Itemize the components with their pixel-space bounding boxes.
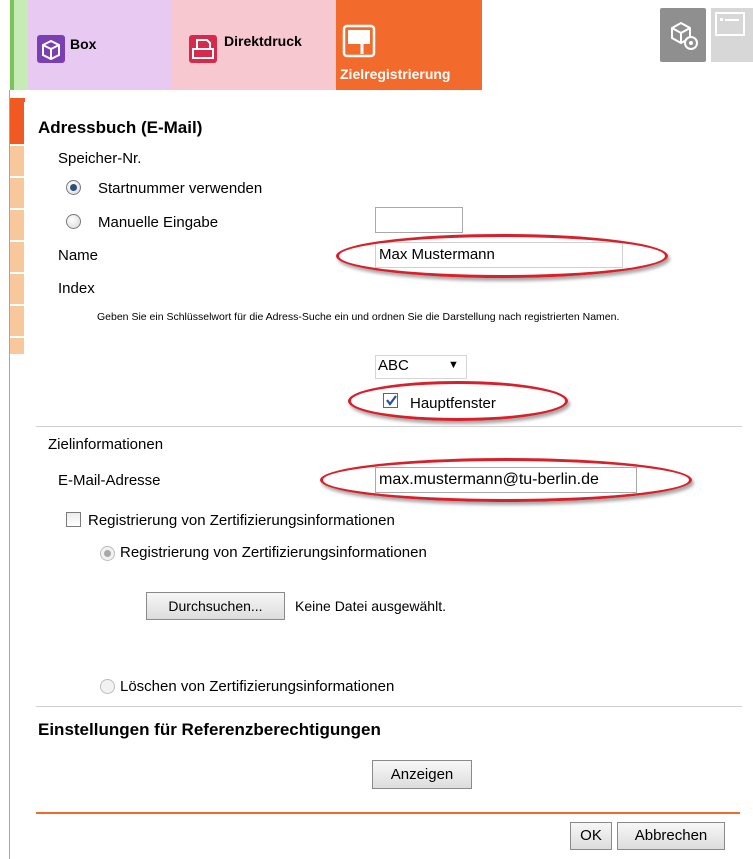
chevron-down-icon: ▼ (448, 359, 459, 371)
rail-marker[interactable] (10, 274, 24, 304)
radio-cert-register-label: Registrierung von Zertifizierungsinforma… (120, 544, 427, 561)
radio-manuell[interactable] (66, 214, 81, 229)
email-label: E-Mail-Adresse (58, 472, 161, 489)
green-tab-edge (10, 0, 28, 90)
rail-top-accent (10, 98, 25, 102)
zielinformationen-title: Zielinformationen (48, 436, 164, 453)
checkmark-icon (386, 395, 397, 406)
address-book-icon (342, 24, 376, 58)
top-tab-bar: Box Direktdruck Zielregistrierung (0, 0, 753, 90)
radio-cert-register[interactable] (100, 546, 115, 561)
print-icon (189, 35, 217, 63)
index-select-value: ABC (378, 357, 409, 374)
index-hint: Geben Sie ein Schlüsselwort für die Adre… (97, 311, 620, 323)
name-label: Name (58, 247, 99, 264)
radio-cert-delete-label: Löschen von Zertifizierungsinformationen (120, 678, 395, 695)
rail-marker[interactable] (10, 242, 24, 272)
tab-box-label: Box (70, 36, 97, 52)
settings-button[interactable] (660, 8, 706, 62)
divider (36, 426, 742, 427)
tab-zielregistrierung[interactable]: Zielregistrierung (336, 0, 482, 90)
tab-direktdruck[interactable]: Direktdruck (172, 0, 336, 90)
tab-direktdruck-label: Direktdruck (224, 33, 302, 49)
browse-button[interactable]: Durchsuchen... (146, 592, 285, 620)
radio-startnummer[interactable] (66, 180, 81, 195)
no-file-text: Keine Datei ausgewählt. (295, 598, 446, 614)
index-select[interactable]: ABC ▼ (375, 355, 467, 379)
radio-startnummer-label: Startnummer verwenden (98, 180, 263, 197)
box-settings-icon (671, 21, 698, 50)
rail-marker-active[interactable] (10, 102, 24, 144)
list-icon (715, 12, 745, 36)
footer-accent-line (36, 812, 740, 814)
box-icon (37, 35, 65, 63)
tab-zielregistrierung-label: Zielregistrierung (340, 66, 451, 82)
speicher-label: Speicher-Nr. (58, 150, 142, 167)
hauptfenster-label: Hauptfenster (410, 395, 496, 412)
page-title: Adressbuch (E-Mail) (38, 118, 203, 137)
cancel-button[interactable]: Abbrechen (617, 822, 725, 850)
cert-registration-checkbox[interactable] (66, 512, 81, 527)
show-button[interactable]: Anzeigen (372, 760, 472, 789)
rail-marker[interactable] (10, 306, 24, 336)
radio-manuell-label: Manuelle Eingabe (98, 214, 219, 231)
rail-marker[interactable] (10, 146, 24, 176)
name-input[interactable]: Max Mustermann (375, 242, 623, 268)
referenz-title: Einstellungen für Referenzberechtigungen (38, 720, 381, 739)
tab-box[interactable]: Box (28, 0, 172, 90)
list-view-button[interactable] (711, 8, 753, 62)
rail-marker[interactable] (10, 178, 24, 208)
email-input[interactable]: max.mustermann@tu-berlin.de (375, 467, 637, 493)
rail-marker[interactable] (10, 210, 24, 240)
index-label: Index (58, 280, 95, 297)
speicher-nr-input[interactable] (375, 207, 463, 233)
left-navigation-rail (10, 102, 24, 356)
ok-button[interactable]: OK (570, 822, 612, 850)
cert-registration-checkbox-label: Registrierung von Zertifizierungsinforma… (88, 512, 395, 529)
divider (36, 706, 742, 707)
hauptfenster-checkbox[interactable] (383, 393, 398, 408)
radio-cert-delete[interactable] (100, 679, 115, 694)
rail-marker[interactable] (10, 338, 24, 354)
